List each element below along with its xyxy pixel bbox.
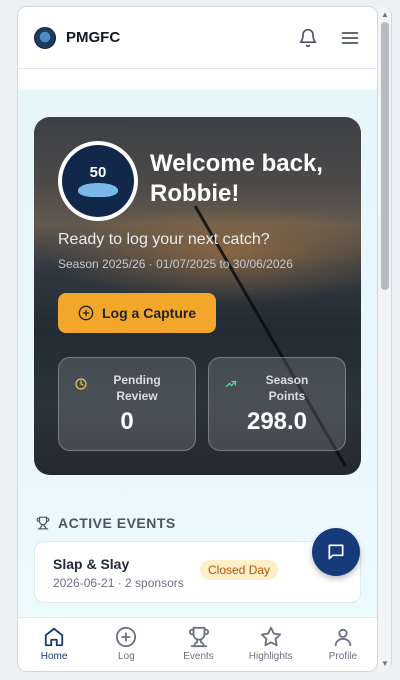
- top-bar: PMGFC: [18, 7, 377, 69]
- welcome-heading: Welcome back, Robbie!: [150, 150, 323, 207]
- status-badge: Closed Day: [200, 560, 279, 580]
- log-capture-button[interactable]: Log a Capture: [58, 293, 216, 333]
- app-frame: PMGFC 50 Welcome back, Robbie! Ready to …: [17, 6, 378, 672]
- star-icon: [260, 626, 281, 647]
- plus-circle-icon: [116, 626, 137, 648]
- home-icon: [44, 627, 64, 647]
- page-scrollbar[interactable]: ▲ ▼: [378, 6, 392, 672]
- pending-review-label: Pending Review: [113, 373, 161, 403]
- pending-review-value: 0: [120, 408, 134, 435]
- season-range: Season 2025/26 · 01/07/2025 to 30/06/202…: [58, 257, 293, 271]
- notifications-button[interactable]: [295, 25, 321, 51]
- scroll-up-icon[interactable]: ▲: [381, 10, 389, 19]
- marlin-icon: [78, 183, 118, 197]
- club-logo: 50: [58, 141, 138, 221]
- user-icon: [334, 628, 352, 647]
- clock-icon: [75, 378, 87, 390]
- nav-profile[interactable]: Profile: [307, 618, 377, 671]
- nav-home[interactable]: Home: [18, 618, 90, 671]
- scrollbar-thumb[interactable]: [381, 22, 389, 290]
- active-events-heading: ACTIVE EVENTS: [36, 515, 176, 531]
- trophy-icon: [188, 626, 209, 648]
- nav-events[interactable]: Events: [162, 618, 234, 671]
- log-capture-label: Log a Capture: [102, 305, 197, 321]
- season-points-label: Season Points: [265, 373, 309, 403]
- welcome-prompt: Ready to log your next catch?: [58, 231, 270, 248]
- chat-icon: [328, 544, 344, 560]
- nav-highlights[interactable]: Highlights: [235, 618, 307, 671]
- brand-name: PMGFC: [66, 29, 121, 46]
- plus-circle-icon: [78, 305, 94, 321]
- chat-fab-button[interactable]: [312, 528, 360, 576]
- season-points-stat: Season Points 298.0: [208, 357, 346, 451]
- season-points-value: 298.0: [246, 408, 308, 435]
- event-meta: 2026-06-21 · 2 sponsors: [53, 576, 184, 590]
- trophy-icon: [36, 516, 50, 530]
- club-logo-small: [34, 26, 56, 49]
- welcome-hero-card: 50 Welcome back, Robbie! Ready to log yo…: [34, 117, 361, 475]
- scroll-down-icon[interactable]: ▼: [381, 659, 389, 668]
- pending-review-stat: Pending Review 0: [58, 357, 196, 451]
- menu-button[interactable]: [337, 25, 363, 51]
- trend-up-icon: [225, 380, 237, 388]
- nav-log[interactable]: Log: [90, 618, 162, 671]
- event-title: Slap & Slay: [53, 556, 130, 572]
- menu-icon: [341, 31, 359, 44]
- club-logo-anniversary: 50: [89, 164, 107, 181]
- bottom-nav: Home Log Events Highlights Profile: [18, 617, 377, 671]
- bell-icon: [299, 28, 317, 47]
